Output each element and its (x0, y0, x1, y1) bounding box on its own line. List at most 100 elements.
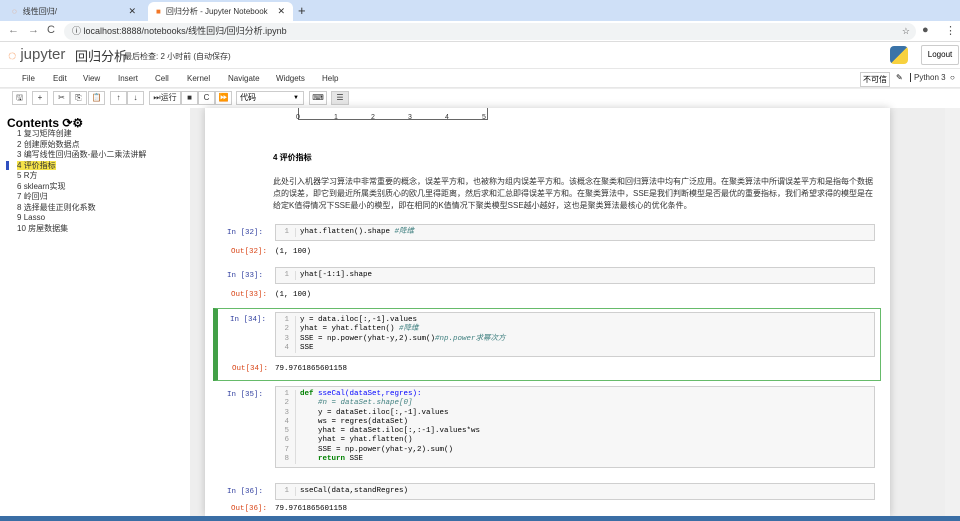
toc-item[interactable]: 7 岭回归 (17, 192, 146, 203)
new-tab-button[interactable]: + (298, 3, 306, 18)
output-prompt: Out[33]: (231, 291, 268, 299)
input-prompt: In [32]: (227, 229, 264, 237)
cut-button[interactable]: ✂ (53, 91, 70, 105)
toc-item[interactable]: 1 复习矩阵创建 (17, 129, 146, 140)
code-input[interactable]: 1 yhat.flatten().shape #降维 (275, 224, 875, 242)
logout-button[interactable]: Logout (921, 45, 959, 65)
code-cell-34-selected[interactable]: In [34]: 1y = data.iloc[:,-1].values 2 yh… (213, 308, 881, 381)
toc-item[interactable]: 10 房屋数据集 (17, 224, 146, 235)
tab-notebook[interactable]: ■ 回归分析 - Jupyter Notebook ✕ (148, 2, 293, 21)
code-cell-32[interactable]: In [32]: 1 yhat.flatten().shape #降维 Out[3… (215, 224, 883, 264)
menu-icon[interactable]: ⋮ (945, 24, 956, 37)
url-input[interactable]: ⓘ localhost:8888/notebooks/线性回归/回归分析.ipy… (64, 23, 916, 40)
jupyter-logo[interactable]: ◌ jupyter (8, 46, 65, 63)
cell-output: (1, 100) (275, 291, 312, 299)
paste-button[interactable]: 📋 (88, 91, 105, 105)
profile-icon[interactable]: ● (922, 24, 929, 36)
python-logo-icon (890, 46, 908, 64)
tick-label: 3 (408, 114, 412, 121)
input-prompt: In [33]: (227, 272, 264, 280)
menu-widgets[interactable]: Widgets (276, 74, 305, 83)
toc-item[interactable]: 9 Lasso (17, 213, 146, 224)
toc-item[interactable]: 3 编写线性回归函数-最小二乘法讲解 (17, 150, 146, 161)
jupyter-header: ◌ jupyter 回归分析 最后检查: 2 小时前 (自动保存) Logout (0, 42, 960, 68)
gear-icon[interactable]: ⚙ (72, 116, 83, 130)
chevron-down-icon: ▼ (293, 95, 299, 101)
refresh-icon[interactable]: ⟳ (62, 116, 72, 130)
interrupt-button[interactable]: ■ (181, 91, 198, 105)
run-icon: ⏭ (153, 93, 161, 102)
close-tab-icon[interactable]: ✕ (128, 6, 136, 17)
checkpoint-status: 最后检查: 2 小时前 (自动保存) (124, 52, 231, 61)
restart-button[interactable]: C (198, 91, 215, 105)
input-prompt: In [34]: (230, 316, 267, 324)
code-cell-33[interactable]: In [33]: 1 yhat[-1:1].shape Out[33]: (1, … (215, 267, 883, 307)
kernel-idle-icon: ○ (950, 73, 955, 82)
jupyter-favicon-icon: ■ (156, 7, 161, 16)
command-palette-button[interactable]: ⌨ (309, 91, 327, 105)
address-bar-row: ← → C ⓘ localhost:8888/notebooks/线性回归/回归… (0, 21, 960, 42)
save-button[interactable]: 🖫 (12, 91, 27, 105)
reload-icon[interactable]: C (47, 24, 55, 36)
cell-type-select[interactable]: 代码 ▼ (236, 91, 304, 105)
cell-output: (1, 100) (275, 248, 312, 256)
menu-view[interactable]: View (83, 74, 100, 83)
output-prompt: Out[36]: (231, 505, 268, 513)
trust-status[interactable]: 不可信 (860, 72, 890, 87)
page-scrollbar[interactable] (945, 108, 960, 516)
edit-mode-pencil-icon: ✎ (896, 73, 903, 82)
back-icon[interactable]: ← (8, 24, 19, 36)
insert-cell-button[interactable]: + (32, 91, 48, 105)
restart-run-all-button[interactable]: ⏩ (215, 91, 232, 105)
code-input[interactable]: 1 yhat[-1:1].shape (275, 267, 875, 285)
os-taskbar (0, 516, 960, 521)
code-input[interactable]: 1y = data.iloc[:,-1].values 2 yhat = yhat… (275, 312, 875, 358)
toc-sidebar: Contents ⟳⚙ 1 复习矩阵创建 2 创建原始数据点 3 编写线性回归函… (0, 108, 190, 516)
tick-label: 0 (296, 114, 300, 121)
tick-label: 4 (445, 114, 449, 121)
run-button[interactable]: ⏭运行 (149, 91, 181, 105)
info-icon: ⓘ (72, 26, 84, 36)
tick-label: 2 (371, 114, 375, 121)
menu-file[interactable]: File (22, 74, 35, 83)
copy-button[interactable]: ⎘ (70, 91, 87, 105)
toc-item[interactable]: 5 R方 (17, 171, 146, 182)
toc-item-active[interactable]: 4 评价指标 (6, 160, 146, 172)
toc-list: 1 复习矩阵创建 2 创建原始数据点 3 编写线性回归函数-最小二乘法讲解 4 … (6, 129, 146, 235)
star-icon[interactable]: ☆ (902, 23, 910, 40)
move-up-button[interactable]: ↑ (110, 91, 127, 105)
menu-edit[interactable]: Edit (53, 74, 67, 83)
toc-toggle-button[interactable]: ☰ (331, 91, 349, 105)
output-prompt: Out[34]: (232, 365, 269, 373)
input-prompt: In [35]: (227, 391, 264, 399)
code-input[interactable]: 1 def sseCal(dataSet,regres): 2 #n = dataS… (275, 386, 875, 469)
section-heading: 4 评价指标 (273, 153, 312, 162)
code-cell-36[interactable]: In [36]: 1 sseCal(data,standRegres) Out[3… (215, 483, 883, 516)
code-cell-35[interactable]: In [35]: 1 def sseCal(dataSet,regres): 2 #… (215, 386, 883, 478)
toc-title: Contents ⟳⚙ (7, 116, 84, 130)
browser-tabbar: ◌ 线性回归/✕ ■ 回归分析 - Jupyter Notebook ✕ + (0, 0, 960, 21)
notebook-toolbar: 🖫 + ✂ ⎘ 📋 ↑ ↓ ⏭运行 ■ C ⏩ 代码 ▼ ⌨ ☰ (0, 89, 960, 108)
menu-help[interactable]: Help (322, 74, 338, 83)
move-down-button[interactable]: ↓ (127, 91, 144, 105)
toc-item[interactable]: 2 创建原始数据点 (17, 140, 146, 151)
close-tab-icon[interactable]: ✕ (277, 6, 285, 17)
forward-icon[interactable]: → (28, 24, 39, 36)
jupyter-logo-icon: ◌ (8, 46, 17, 63)
toc-item[interactable]: 6 sklearn实现 (17, 182, 146, 193)
section-paragraph: 此处引入机器学习算法中非常重要的概念，误差平方和，也被称为组内误差平方和。该概念… (273, 177, 873, 210)
menu-insert[interactable]: Insert (118, 74, 138, 83)
menu-kernel[interactable]: Kernel (187, 74, 210, 83)
loading-icon: ◌ (12, 7, 17, 16)
menu-cell[interactable]: Cell (155, 74, 169, 83)
code-input[interactable]: 1 sseCal(data,standRegres) (275, 483, 875, 501)
menu-bar: File Edit View Insert Cell Kernel Naviga… (0, 68, 960, 88)
kernel-name: Python 3 (910, 73, 946, 82)
cell-output: 79.9761865601158 (275, 505, 348, 513)
menu-navigate[interactable]: Navigate (228, 74, 260, 83)
notebook-title[interactable]: 回归分析 (75, 46, 127, 65)
active-marker (6, 160, 9, 170)
toc-item[interactable]: 8 选择最佳正则化系数 (17, 203, 146, 214)
tab-linear-regression[interactable]: ◌ 线性回归/✕ (4, 2, 144, 21)
cell-output: 79.9761865601158 (275, 365, 348, 373)
